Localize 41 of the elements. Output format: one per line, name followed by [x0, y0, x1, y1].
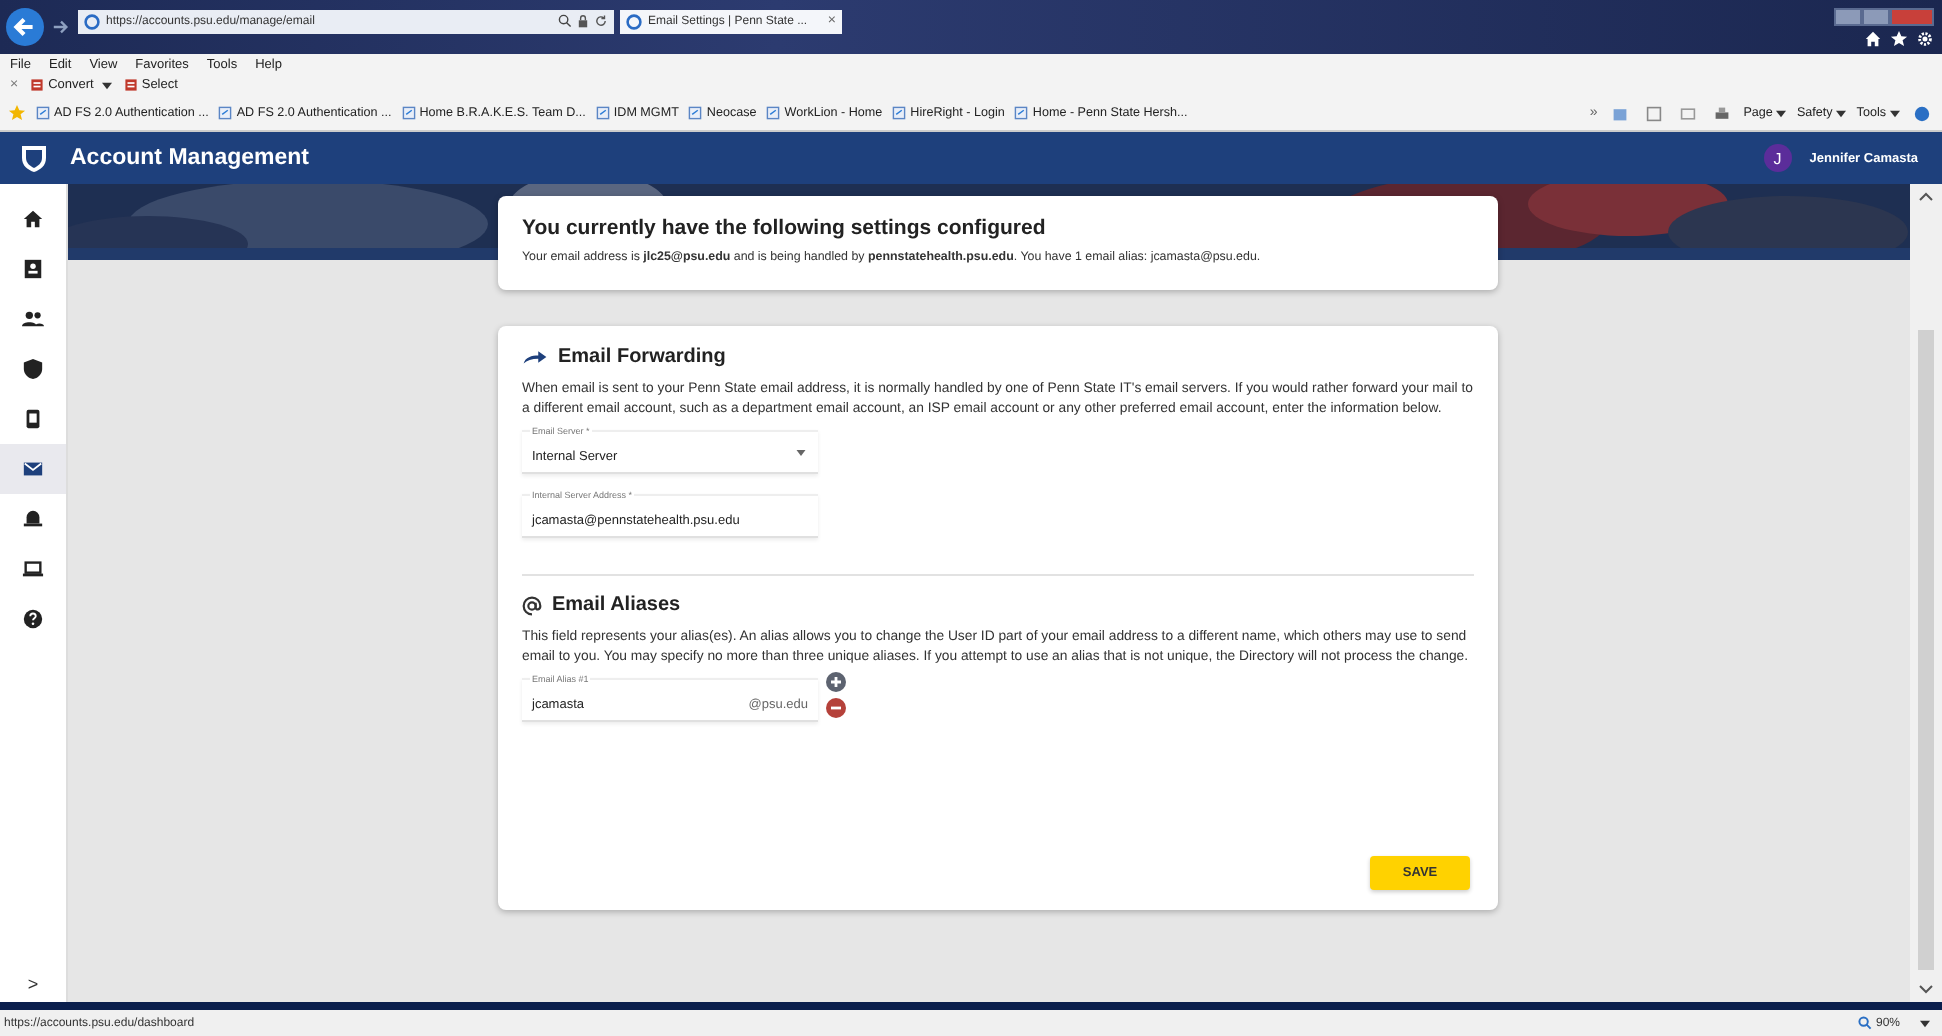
- summary-title: You currently have the following settings configured: [522, 216, 1048, 240]
- people-icon: [22, 308, 44, 330]
- window-controls[interactable]: [1834, 7, 1934, 25]
- caret-icon[interactable]: [1920, 1019, 1930, 1027]
- caret-icon: [101, 81, 112, 89]
- section-title: Email Forwarding: [558, 346, 726, 368]
- refresh-icon[interactable]: [594, 14, 608, 28]
- scroll-down-icon[interactable]: [1918, 984, 1934, 994]
- zoom-icon[interactable]: [1857, 1016, 1872, 1030]
- remove-icon[interactable]: [826, 697, 846, 717]
- caret-icon: [796, 450, 806, 456]
- scrollbar[interactable]: [1910, 184, 1942, 1002]
- search-icon[interactable]: [558, 14, 572, 28]
- bell-icon: [22, 508, 44, 530]
- add-icon[interactable]: [826, 671, 846, 691]
- scroll-up-icon[interactable]: [1918, 192, 1934, 202]
- user-avatar[interactable]: J: [1763, 144, 1792, 172]
- forward-icon[interactable]: [52, 18, 70, 36]
- envelope-icon: [22, 458, 44, 480]
- expand-sidebar-button[interactable]: >: [0, 974, 66, 1002]
- app-title: Account Management: [70, 146, 309, 170]
- at-sign-icon: [522, 595, 542, 615]
- contact-card-icon: [22, 258, 44, 280]
- caret-icon: [1776, 109, 1787, 117]
- sidebar-item[interactable]: [0, 444, 66, 494]
- back-icon[interactable]: [6, 8, 44, 46]
- shield-icon: [22, 358, 44, 380]
- home-icon[interactable]: [1864, 29, 1882, 47]
- home-icon: [22, 208, 44, 230]
- print-icon[interactable]: [1713, 105, 1730, 121]
- lock-icon: [576, 14, 590, 28]
- shield-logo-icon: [18, 142, 50, 174]
- favorites-star-icon[interactable]: [8, 104, 26, 122]
- section-title: Email Aliases: [552, 594, 681, 616]
- laptop-icon: [22, 558, 44, 580]
- star-icon[interactable]: [1890, 29, 1908, 47]
- caret-icon: [1836, 109, 1847, 117]
- forward-arrow-icon: [522, 348, 548, 366]
- settings-icon[interactable]: [1916, 29, 1934, 47]
- caret-icon: [1890, 109, 1900, 117]
- tablet-icon: [22, 408, 44, 430]
